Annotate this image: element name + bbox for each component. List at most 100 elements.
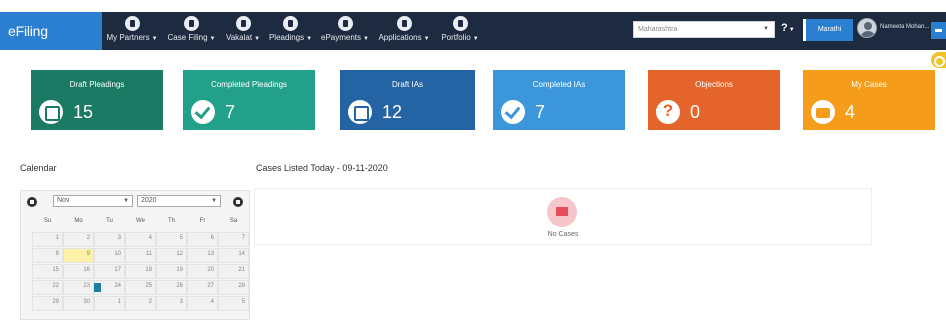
calendar-day[interactable]: 3 xyxy=(156,296,187,311)
year-select[interactable]: 2020 ▼ xyxy=(137,195,221,207)
nav-label: My Partners xyxy=(106,33,150,42)
calendar-day[interactable]: 22 xyxy=(32,280,63,295)
chevron-down-icon: ▼ xyxy=(472,36,479,42)
calendar-day[interactable]: 6 xyxy=(187,232,218,247)
tile-my-cases[interactable]: My Cases 4 xyxy=(803,70,935,130)
calendar-day[interactable]: 4 xyxy=(187,296,218,311)
tile-count: 7 xyxy=(225,102,236,122)
calendar-day[interactable]: 1 xyxy=(94,296,125,311)
avatar[interactable] xyxy=(857,18,877,38)
tile-draft-ias[interactable]: Draft IAs 12 xyxy=(340,70,475,130)
tile-title: Objections xyxy=(695,80,733,89)
check-circle-icon xyxy=(501,100,525,124)
calendar-day[interactable]: 26 xyxy=(156,280,187,295)
calendar-day[interactable]: 2 xyxy=(63,232,94,247)
file-icon xyxy=(396,16,412,31)
state-select-value: Maharashtra xyxy=(638,26,678,33)
brand-logo[interactable]: eFiling Services xyxy=(0,12,102,77)
nav-vakalat[interactable]: Vakalat ▼ xyxy=(223,12,263,50)
calendar-day[interactable]: 3 xyxy=(94,232,125,247)
calendar-day[interactable]: 11 xyxy=(125,248,156,263)
folder-icon xyxy=(547,197,577,227)
edit-icon xyxy=(39,100,63,124)
prev-month-icon[interactable] xyxy=(27,197,37,207)
nav-label: Pleadings xyxy=(268,33,305,42)
calendar-day[interactable]: 19 xyxy=(156,264,187,279)
nav-applications[interactable]: Applications ▼ xyxy=(375,12,433,50)
calendar-day[interactable]: 5 xyxy=(218,296,249,311)
calendar-day[interactable]: 16 xyxy=(63,264,94,279)
calendar-title: Calendar xyxy=(20,163,57,173)
check-circle-icon xyxy=(191,100,215,124)
tile-completed-ias[interactable]: Completed IAs 7 xyxy=(493,70,625,130)
document-icon xyxy=(235,16,251,31)
month-select-value: Nov xyxy=(57,197,70,204)
nav-epayments[interactable]: ePayments ▼ xyxy=(318,12,372,50)
nav-label: Portfolio xyxy=(441,33,471,42)
rupee-icon xyxy=(337,16,353,31)
calendar-week: 29 30 1 2 3 4 5 xyxy=(32,296,249,312)
tile-title: Draft IAs xyxy=(391,80,424,89)
chevron-down-icon: ▼ xyxy=(123,198,129,204)
settings-icon[interactable] xyxy=(931,52,946,68)
calendar-day[interactable]: 28 xyxy=(218,280,249,295)
calendar-day-event[interactable]: 24 xyxy=(94,280,125,295)
calendar-day[interactable]: 14 xyxy=(218,248,249,263)
calendar-day[interactable]: 30 xyxy=(63,296,94,311)
chevron-down-icon: ▼ xyxy=(788,27,795,33)
no-cases-text: No Cases xyxy=(547,231,579,238)
tile-count: 4 xyxy=(845,102,856,122)
tile-draft-pleadings[interactable]: Draft Pleadings 15 xyxy=(31,70,163,130)
weekday-label: Sa xyxy=(229,218,238,224)
calendar-day[interactable]: 15 xyxy=(32,264,63,279)
calendar-day[interactable]: 18 xyxy=(125,264,156,279)
calendar-day[interactable]: 25 xyxy=(125,280,156,295)
tile-count: 15 xyxy=(73,102,94,122)
calendar-day[interactable]: 13 xyxy=(187,248,218,263)
calendar-day[interactable]: 7 xyxy=(218,232,249,247)
calendar-day[interactable]: 5 xyxy=(156,232,187,247)
chevron-down-icon: ▼ xyxy=(209,36,216,42)
next-month-icon[interactable] xyxy=(233,197,243,207)
nav-my-partners[interactable]: My Partners ▼ xyxy=(104,12,160,50)
calendar-day-today[interactable]: 9 xyxy=(63,248,94,263)
briefcase-icon xyxy=(452,16,468,31)
calendar-week: 1 2 3 4 5 6 7 xyxy=(32,232,249,248)
chevron-down-icon: ▼ xyxy=(211,198,217,204)
calendar-day[interactable]: 29 xyxy=(32,296,63,311)
calendar-day[interactable]: 4 xyxy=(125,232,156,247)
menu-icon[interactable] xyxy=(931,22,946,39)
calendar-day[interactable]: 10 xyxy=(94,248,125,263)
chevron-down-icon: ▼ xyxy=(151,36,158,42)
calendar-day[interactable]: 12 xyxy=(156,248,187,263)
calendar-day[interactable]: 27 xyxy=(187,280,218,295)
tile-count: 0 xyxy=(690,102,701,122)
calendar-day[interactable]: 1 xyxy=(32,232,63,247)
weekday-label: Su xyxy=(43,218,52,224)
month-select[interactable]: Nov ▼ xyxy=(53,195,133,207)
chevron-down-icon: ▼ xyxy=(306,36,313,42)
calendar-day[interactable]: 23 xyxy=(63,280,94,295)
edit-icon xyxy=(348,100,372,124)
calendar-day[interactable]: 20 xyxy=(187,264,218,279)
calendar-day[interactable]: 21 xyxy=(218,264,249,279)
user-name[interactable]: Nameeta Mohan... xyxy=(880,24,929,30)
state-select[interactable]: Maharashtra ▼ xyxy=(633,21,775,38)
nav-label: ePayments xyxy=(321,33,362,42)
year-select-value: 2020 xyxy=(141,197,157,204)
chevron-down-icon: ▼ xyxy=(254,36,261,42)
calendar-day[interactable]: 17 xyxy=(94,264,125,279)
nav-case-filing[interactable]: Case Filing ▼ xyxy=(164,12,219,50)
chevron-down-icon: ▼ xyxy=(763,26,769,32)
tile-completed-pleadings[interactable]: Completed Pleadings 7 xyxy=(183,70,315,130)
calendar-day[interactable]: 2 xyxy=(125,296,156,311)
nav-pleadings[interactable]: Pleadings ▼ xyxy=(266,12,315,50)
calendar-day[interactable]: 8 xyxy=(32,248,63,263)
tile-count: 7 xyxy=(535,102,546,122)
bulb-icon xyxy=(283,16,298,31)
language-button[interactable]: Marathi xyxy=(803,19,853,41)
nav-portfolio[interactable]: Portfolio ▼ xyxy=(437,12,483,50)
help-button[interactable]: ?▼ xyxy=(781,22,795,34)
weekday-label: Mo xyxy=(74,218,83,224)
tile-objections[interactable]: Objections 0 xyxy=(648,70,780,130)
